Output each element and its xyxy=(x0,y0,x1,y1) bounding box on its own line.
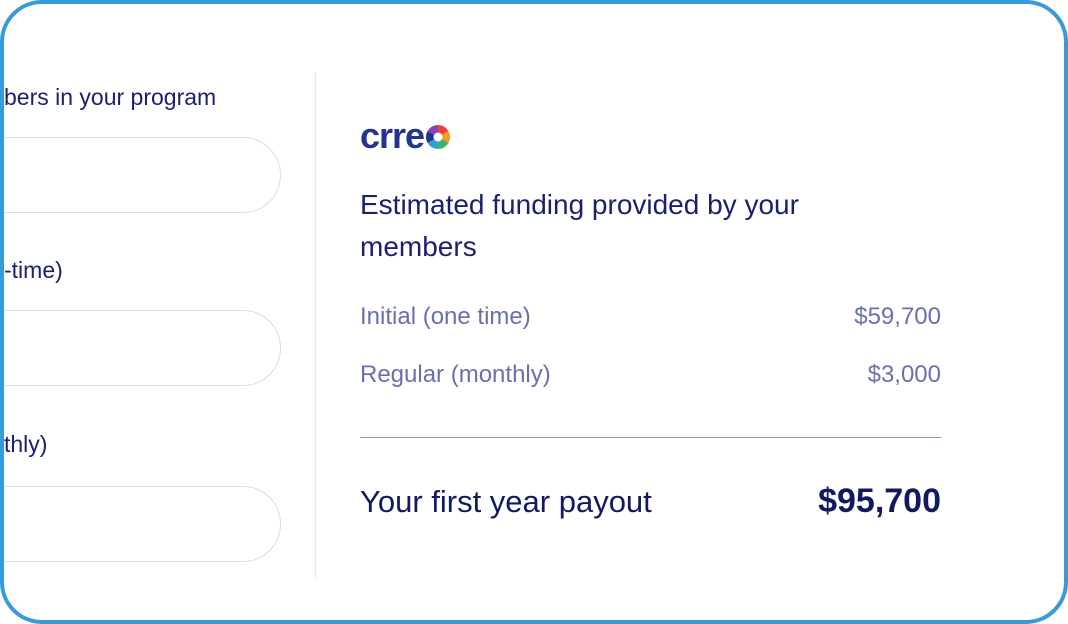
total-label: Your first year payout xyxy=(360,483,652,519)
initial-row-value: $59,700 xyxy=(854,303,941,330)
monthly-row-value: $3,000 xyxy=(867,361,941,388)
initial-row-label: Initial (one time) xyxy=(360,303,531,330)
members-field-label: bers in your program xyxy=(4,84,217,110)
initial-fee-input[interactable] xyxy=(4,310,281,386)
aperture-wheel-icon xyxy=(426,125,451,149)
total-value: $95,700 xyxy=(818,482,941,520)
funding-form: bers in your program -time) thly) xyxy=(4,4,316,620)
monthly-field-label: thly) xyxy=(4,431,48,457)
initial-row: Initial (one time) $59,700 xyxy=(360,302,941,332)
panel-divider xyxy=(315,72,316,578)
monthly-row: Regular (monthly) $3,000 xyxy=(360,360,941,390)
summary-heading: Estimated funding provided by your membe… xyxy=(360,189,799,262)
monthly-row-label: Regular (monthly) xyxy=(360,361,551,388)
calculator-card: bers in your program -time) thly) crre E… xyxy=(0,0,1068,624)
crreo-logo: crre xyxy=(360,115,451,156)
summary-divider xyxy=(360,437,941,438)
members-input[interactable] xyxy=(4,137,281,213)
monthly-fee-input[interactable] xyxy=(4,486,281,562)
total-row: Your first year payout $95,700 xyxy=(360,482,941,521)
logo-text: crre xyxy=(360,115,425,156)
initial-field-label: -time) xyxy=(4,257,63,283)
